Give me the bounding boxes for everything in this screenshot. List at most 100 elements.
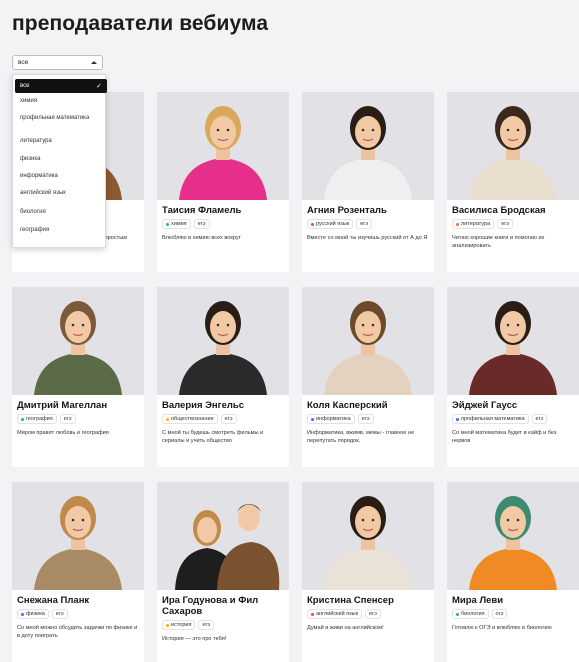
subject-dot-icon	[166, 623, 169, 627]
filter-option-label: все	[20, 82, 30, 89]
teacher-photo	[447, 92, 579, 200]
teacher-card[interactable]: Снежана Планк физика егэ Со мной можно обсу…	[12, 482, 144, 662]
subject-tag: физика	[17, 609, 49, 619]
filter-option[interactable]: география	[15, 227, 107, 234]
filter-option-label: английский язык	[20, 190, 66, 196]
exam-tag: огэ	[491, 609, 508, 619]
exam-tag: егэ	[365, 609, 381, 619]
subject-tag: профильная математика	[452, 414, 529, 424]
teacher-photo	[302, 482, 434, 590]
teacher-card[interactable]: Мира Леви биология огэ Готовлю к ОГЭ и влюб…	[447, 482, 579, 662]
teacher-photo	[157, 482, 289, 590]
teacher-description: Читаю хорошие книги и помогаю их анализи…	[452, 235, 545, 249]
teacher-card[interactable]: Коля Касперский информатика егэ Информатика…	[302, 287, 434, 467]
subject-tag: химия	[162, 219, 191, 229]
exam-tag: егэ	[497, 219, 514, 229]
chevron-up-icon	[91, 61, 97, 64]
filter-option[interactable]: физика	[15, 156, 107, 163]
subject-tag: информатика	[307, 414, 355, 424]
teacher-description: С мной ты будешь смотреть фильмы и сериа…	[162, 430, 264, 444]
teacher-card[interactable]: Ира Годунова и Фил Сахаров история егэ Исто…	[157, 482, 289, 662]
subject-filter-select[interactable]: все	[12, 55, 103, 70]
filter-option-label: профильная математика	[20, 115, 90, 121]
teacher-name: Эйджей Гаусс	[452, 400, 518, 411]
subject-dot-icon	[456, 417, 459, 421]
teacher-card[interactable]: Эйджей Гаусс профильная математика егэ Со м…	[447, 287, 579, 467]
teacher-photo	[302, 287, 434, 395]
subject-label: история	[171, 622, 192, 628]
subject-tag: биология	[452, 609, 489, 619]
teacher-name: Кристина Спенсер	[307, 595, 394, 606]
filter-option[interactable]: профильная математика	[15, 115, 107, 122]
teacher-card[interactable]: Дмитрий Магеллан география егэ Миром правят…	[12, 287, 144, 467]
subject-dot-icon	[311, 612, 314, 616]
filter-option[interactable]: информатика	[15, 173, 107, 180]
subject-dot-icon	[21, 417, 24, 421]
subject-filter-menu: все ✓ химия профильная математика литература…	[12, 74, 107, 248]
filter-option[interactable]: все ✓	[15, 79, 107, 93]
teacher-name: Агния Розенталь	[307, 205, 387, 216]
subject-dot-icon	[21, 612, 24, 616]
exam-tag: егэ	[198, 620, 215, 630]
teacher-photo	[447, 287, 579, 395]
exam-tag: егэ	[531, 414, 548, 424]
teacher-card[interactable]: Валерия Энгельс обществознание егэ С мной т…	[157, 287, 289, 467]
teacher-description: Вместе со мной ты изучишь русский от А д…	[307, 235, 428, 241]
subject-label: биология	[461, 611, 485, 617]
exam-tag: егэ	[193, 219, 210, 229]
subject-filter-value: все	[18, 59, 29, 66]
filter-option-label: география	[20, 227, 50, 233]
exam-tag: егэ	[357, 414, 374, 424]
subject-tag: история	[162, 620, 196, 630]
subject-dot-icon	[456, 222, 459, 226]
subject-label: обществознание	[171, 416, 214, 422]
exam-tag: егэ	[220, 414, 237, 424]
teacher-name: Снежана Планк	[17, 595, 90, 606]
teacher-photo	[157, 92, 289, 200]
teacher-name: Василиса Бродская	[452, 205, 546, 216]
teacher-photo	[447, 482, 579, 590]
filter-option[interactable]: биология	[15, 209, 107, 216]
filter-option-label: литература	[20, 138, 52, 144]
subject-dot-icon	[456, 612, 459, 616]
subject-dot-icon	[311, 222, 314, 226]
filter-option[interactable]: английский язык	[15, 190, 107, 197]
filter-option-label: биология	[20, 209, 46, 215]
subject-tag: английский язык	[307, 609, 363, 619]
exam-tag: егэ	[59, 414, 76, 424]
teacher-description: Думай и живи на английском!	[307, 625, 384, 631]
teacher-description: Готовлю к ОГЭ и влюбляю в биологию	[452, 625, 552, 631]
teacher-name: Валерия Энгельс	[162, 400, 245, 411]
filter-option-label: информатика	[20, 173, 58, 179]
subject-dot-icon	[166, 222, 169, 226]
subject-label: профильная математика	[461, 416, 525, 422]
teacher-name: Ира Годунова и Фил Сахаров	[162, 595, 259, 617]
filter-option-label: физика	[20, 156, 41, 162]
subject-label: физика	[26, 611, 45, 617]
teacher-name: Коля Касперский	[307, 400, 388, 411]
subject-label: химия	[171, 221, 187, 227]
exam-tag: егэ	[356, 219, 372, 229]
subject-label: география	[26, 416, 53, 422]
exam-tag: егэ	[51, 609, 68, 619]
filter-option[interactable]: химия	[15, 98, 107, 105]
subject-tag: обществознание	[162, 414, 218, 424]
subject-dot-icon	[166, 417, 169, 421]
check-icon: ✓	[96, 82, 102, 90]
teacher-description: Информатика, вжимв, мемы - главное не пе…	[307, 430, 415, 444]
teacher-photo	[157, 287, 289, 395]
teacher-card[interactable]: Кристина Спенсер английский язык егэ Думай …	[302, 482, 434, 662]
subject-label: английский язык	[316, 611, 359, 617]
teacher-card[interactable]: Таисия Фламель химия егэ Влюбляю в химию вс…	[157, 92, 289, 272]
filter-option[interactable]: литература	[15, 138, 107, 145]
teacher-card[interactable]: Василиса Бродская литература егэ Читаю хоро…	[447, 92, 579, 272]
subject-tag: русский язык	[307, 219, 354, 229]
teacher-card[interactable]: Агния Розенталь русский язык егэ Вместе со …	[302, 92, 434, 272]
teacher-name: Дмитрий Магеллан	[17, 400, 108, 411]
subject-tag: география	[17, 414, 57, 424]
subject-label: литература	[461, 221, 491, 227]
subject-tag: литература	[452, 219, 495, 229]
teacher-name: Таисия Фламель	[162, 205, 242, 216]
filter-option-label: химия	[20, 98, 38, 104]
teacher-description: Влюбляю в химию всех вокруг	[162, 235, 241, 241]
